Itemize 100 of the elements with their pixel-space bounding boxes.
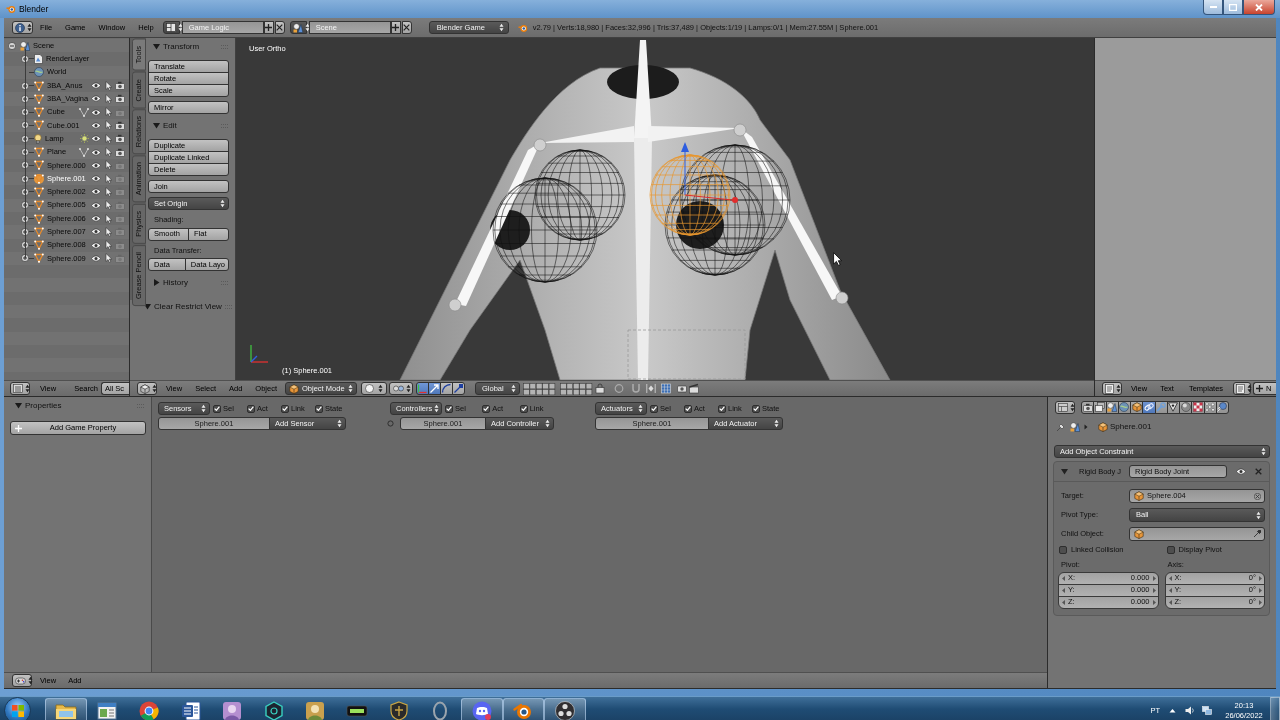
manipulator-toggle[interactable] <box>452 382 466 395</box>
camera-icon[interactable] <box>115 81 125 91</box>
panel-title[interactable]: Transform <box>163 42 200 51</box>
show-desktop-button[interactable] <box>1270 697 1280 720</box>
checkbox[interactable] <box>281 404 289 413</box>
eye-icon[interactable] <box>91 175 101 183</box>
add-button[interactable] <box>263 21 274 34</box>
eyedropper-icon[interactable] <box>1253 530 1261 538</box>
object-field[interactable] <box>1129 527 1265 541</box>
cursor-arrow-icon[interactable] <box>104 120 112 131</box>
cursor-arrow-icon[interactable] <box>104 133 112 144</box>
triangle-down-icon[interactable] <box>153 43 160 50</box>
eye-icon[interactable] <box>91 95 101 103</box>
remove-button[interactable] <box>274 21 285 34</box>
minimize-button[interactable] <box>1203 0 1223 15</box>
triangle-down-icon[interactable] <box>144 303 151 310</box>
context-tab[interactable] <box>1093 400 1107 414</box>
clapperboard-icon[interactable] <box>689 383 700 394</box>
checkbox[interactable] <box>718 404 726 413</box>
checkbox[interactable] <box>482 404 491 413</box>
editor-type-button[interactable] <box>10 382 30 395</box>
panel-title[interactable]: History <box>163 278 188 287</box>
text-browse-button[interactable] <box>1233 382 1252 395</box>
cursor-arrow-icon[interactable] <box>104 107 112 118</box>
tree-toggle-icon[interactable] <box>21 254 29 263</box>
tree-toggle-icon[interactable] <box>21 54 29 63</box>
tree-toggle-icon[interactable] <box>21 161 29 170</box>
checkbox[interactable] <box>650 404 658 413</box>
eye-icon[interactable] <box>91 161 101 169</box>
taskbar-button[interactable] <box>544 697 586 720</box>
cursor-arrow-icon[interactable] <box>104 173 112 184</box>
add-button[interactable] <box>390 21 401 34</box>
context-tab[interactable] <box>1142 400 1156 414</box>
checkbox[interactable] <box>519 404 528 413</box>
tree-toggle-icon[interactable] <box>21 81 29 90</box>
camera-icon[interactable] <box>677 383 688 394</box>
checkbox[interactable] <box>213 404 221 413</box>
grid-icon[interactable] <box>661 383 672 394</box>
lock-icon[interactable] <box>595 383 606 394</box>
tree-toggle-icon[interactable] <box>21 174 29 183</box>
tree-toggle-icon[interactable] <box>21 94 29 103</box>
taskbar-button[interactable] <box>502 697 545 720</box>
panel-title[interactable]: Properties <box>25 401 62 410</box>
network-icon[interactable] <box>1202 706 1212 715</box>
checkbox[interactable] <box>752 404 760 413</box>
eye-icon[interactable] <box>91 82 101 90</box>
editor-type-button[interactable] <box>1102 382 1122 395</box>
eye-icon[interactable] <box>91 188 101 196</box>
checkbox[interactable] <box>315 404 323 413</box>
eye-icon[interactable] <box>91 215 101 222</box>
checkbox[interactable] <box>1166 546 1175 554</box>
pin-icon[interactable] <box>1056 422 1065 432</box>
tree-toggle-icon[interactable] <box>21 214 29 223</box>
eye-icon[interactable] <box>91 121 101 129</box>
taskbar-button[interactable] <box>45 697 87 720</box>
camera-icon[interactable] <box>115 120 125 130</box>
tree-toggle-icon[interactable] <box>21 148 29 156</box>
remove-button[interactable] <box>401 21 412 34</box>
tree-toggle-icon[interactable] <box>21 108 29 117</box>
camera-icon[interactable] <box>115 94 125 104</box>
cursor-arrow-icon[interactable] <box>104 213 112 224</box>
clear-icon[interactable] <box>1254 492 1261 500</box>
editor-type-button[interactable] <box>12 674 32 687</box>
panel-title[interactable]: Edit <box>163 121 177 130</box>
editor-type-button[interactable] <box>137 382 157 395</box>
triangle-right-icon[interactable] <box>153 279 160 286</box>
camera-icon[interactable] <box>115 147 125 157</box>
start-button[interactable] <box>4 697 31 720</box>
cursor-arrow-icon[interactable] <box>104 186 112 197</box>
tree-toggle-icon[interactable] <box>21 134 29 143</box>
layer-grid-icon[interactable] <box>523 382 557 395</box>
snap-icon[interactable] <box>646 383 657 394</box>
context-tab[interactable] <box>1191 400 1205 414</box>
scene-browse-button[interactable] <box>289 21 307 34</box>
eye-icon[interactable] <box>91 201 101 209</box>
eye-icon[interactable] <box>91 241 101 249</box>
tree-toggle-icon[interactable] <box>21 227 29 236</box>
triangle-down-icon[interactable] <box>153 122 160 129</box>
editor-type-button[interactable] <box>1055 400 1075 414</box>
maximize-button[interactable] <box>1223 0 1243 15</box>
camera-icon[interactable] <box>115 134 125 144</box>
taskbar-button[interactable] <box>460 697 503 720</box>
checkbox[interactable] <box>684 404 692 413</box>
layer-grid-icon[interactable] <box>560 382 594 395</box>
eye-icon[interactable] <box>91 108 101 116</box>
eye-icon[interactable] <box>91 228 101 236</box>
eye-icon[interactable] <box>91 254 101 262</box>
triangle-down-icon[interactable] <box>1061 468 1068 475</box>
eye-icon[interactable] <box>91 148 101 156</box>
cursor-arrow-icon[interactable] <box>104 226 112 237</box>
tree-toggle-icon[interactable] <box>21 201 29 210</box>
close-button[interactable] <box>1243 0 1275 15</box>
tree-toggle-icon[interactable] <box>21 187 29 196</box>
chevron-up-icon[interactable] <box>1169 708 1176 713</box>
layout-browse-button[interactable] <box>162 21 180 34</box>
tree-toggle-icon[interactable] <box>21 121 29 130</box>
tree-toggle-icon[interactable] <box>8 41 16 50</box>
eye-icon[interactable] <box>1236 468 1246 475</box>
panel-title[interactable]: Clear Restrict View <box>154 302 222 311</box>
speaker-icon[interactable] <box>1185 706 1195 715</box>
